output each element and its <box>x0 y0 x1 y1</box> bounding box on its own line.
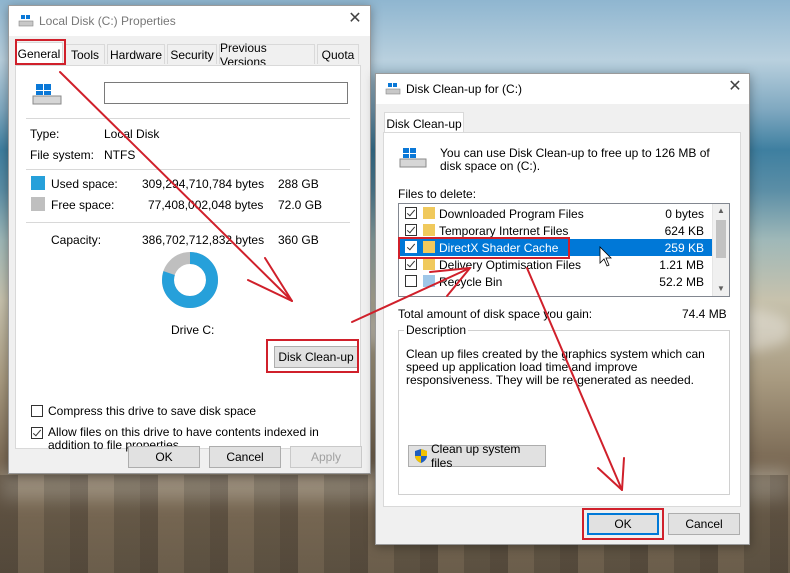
file-checkbox[interactable] <box>405 207 417 219</box>
ok-highlight <box>582 508 664 540</box>
drive-caption: Drive C: <box>171 323 215 337</box>
list-scrollbar[interactable]: ▲ ▼ <box>712 204 729 296</box>
list-item[interactable]: Recycle Bin 52.2 MB <box>399 273 712 290</box>
list-item[interactable]: Downloaded Program Files 0 bytes <box>399 205 712 222</box>
cleanup-body: Disk Clean-up You can use Disk Clean-up … <box>376 104 749 544</box>
capacity-size: 360 GB <box>278 233 319 247</box>
used-label: Used space: <box>51 177 118 191</box>
compress-checkbox[interactable] <box>31 405 43 417</box>
cleanup-app-icon <box>385 82 401 96</box>
close-icon[interactable]: ✕ <box>347 11 363 27</box>
close-icon[interactable]: ✕ <box>727 79 743 95</box>
cleanup-title: Disk Clean-up for (C:) <box>406 82 523 96</box>
total-gain-value: 74.4 MB <box>682 307 727 321</box>
free-label: Free space: <box>51 198 115 212</box>
general-page: Type: Local Disk File system: NTFS Used … <box>15 65 361 452</box>
drive-icon <box>18 14 34 28</box>
filesystem-value: NTFS <box>104 148 136 162</box>
folder-icon <box>423 207 435 219</box>
description-label: Description <box>404 323 469 337</box>
tab-disk-cleanup[interactable]: Disk Clean-up <box>384 112 464 134</box>
used-size: 288 GB <box>278 177 319 191</box>
cleanup-highlight <box>266 339 359 373</box>
file-size: 0 bytes <box>665 207 704 221</box>
file-name: Recycle Bin <box>439 275 503 289</box>
file-name: Delivery Optimisation Files <box>439 258 582 272</box>
file-checkbox[interactable] <box>405 224 417 236</box>
scroll-up-icon[interactable]: ▲ <box>717 206 725 215</box>
drive-label-input[interactable] <box>104 82 348 104</box>
file-checkbox[interactable] <box>405 258 417 270</box>
properties-titlebar[interactable]: Local Disk (C:) Properties ✕ <box>9 6 370 36</box>
scroll-down-icon[interactable]: ▼ <box>717 284 725 293</box>
cancel-button[interactable]: Cancel <box>209 446 281 468</box>
apply-button[interactable]: Apply <box>290 446 362 468</box>
tab-quota[interactable]: Quota <box>317 44 359 64</box>
type-value: Local Disk <box>104 127 160 141</box>
tab-previous-versions[interactable]: Previous Versions <box>219 41 315 69</box>
file-size: 259 KB <box>664 241 704 255</box>
cancel-button[interactable]: Cancel <box>668 513 740 535</box>
used-color-swatch <box>31 176 45 190</box>
file-checkbox[interactable] <box>405 275 417 287</box>
cleanup-titlebar[interactable]: Disk Clean-up for (C:) ✕ <box>376 74 749 104</box>
folder-icon <box>423 258 435 270</box>
free-bytes: 77,408,002,048 bytes <box>148 198 264 212</box>
lock-icon <box>423 224 435 236</box>
selected-file-highlight <box>398 237 570 259</box>
capacity-bytes: 386,702,712,832 bytes <box>142 233 265 247</box>
filesystem-label: File system: <box>30 148 95 162</box>
shield-icon <box>415 449 427 463</box>
cleanup-system-files-button[interactable]: Clean up system files <box>408 442 546 470</box>
cleanup-drive-icon <box>398 145 428 171</box>
file-name: Temporary Internet Files <box>439 224 569 238</box>
file-size: 624 KB <box>664 224 704 238</box>
general-tab-highlight <box>15 39 66 65</box>
recycle-bin-icon <box>423 275 435 287</box>
file-name: Downloaded Program Files <box>439 207 584 221</box>
file-size: 1.21 MB <box>659 258 704 272</box>
description-text: Clean up files created by the graphics s… <box>406 347 705 387</box>
compress-label: Compress this drive to save disk space <box>48 404 257 418</box>
drive-large-icon <box>31 82 63 108</box>
total-gain-label: Total amount of disk space you gain: <box>398 307 593 321</box>
tab-strip: General Tools Hardware Security Previous… <box>15 41 365 69</box>
separator <box>26 169 350 170</box>
tab-hardware[interactable]: Hardware <box>107 44 165 64</box>
files-to-delete-label: Files to delete: <box>398 187 477 201</box>
capacity-label: Capacity: <box>51 233 102 247</box>
type-label: Type: <box>30 127 60 141</box>
file-size: 52.2 MB <box>659 275 704 289</box>
free-size: 72.0 GB <box>278 198 323 212</box>
scroll-thumb[interactable] <box>716 220 726 258</box>
cleanup-window: Disk Clean-up for (C:) ✕ Disk Clean-up Y… <box>375 73 750 545</box>
index-checkbox[interactable] <box>31 427 43 439</box>
free-color-swatch <box>31 197 45 211</box>
cleanup-system-files-label: Clean up system files <box>431 442 521 470</box>
properties-window: Local Disk (C:) Properties ✕ General Too… <box>8 5 371 474</box>
cleanup-page: You can use Disk Clean-up to free up to … <box>383 132 741 507</box>
cleanup-intro: You can use Disk Clean-up to free up to … <box>440 146 710 173</box>
properties-body: General Tools Hardware Security Previous… <box>9 36 370 473</box>
ok-button[interactable]: OK <box>128 446 200 468</box>
used-bytes: 309,294,710,784 bytes <box>142 177 265 191</box>
separator <box>26 118 350 119</box>
tab-tools[interactable]: Tools <box>65 44 105 64</box>
usage-donut-chart <box>162 252 218 308</box>
tab-security[interactable]: Security <box>167 44 217 64</box>
properties-title: Local Disk (C:) Properties <box>39 14 176 28</box>
separator <box>26 222 350 223</box>
